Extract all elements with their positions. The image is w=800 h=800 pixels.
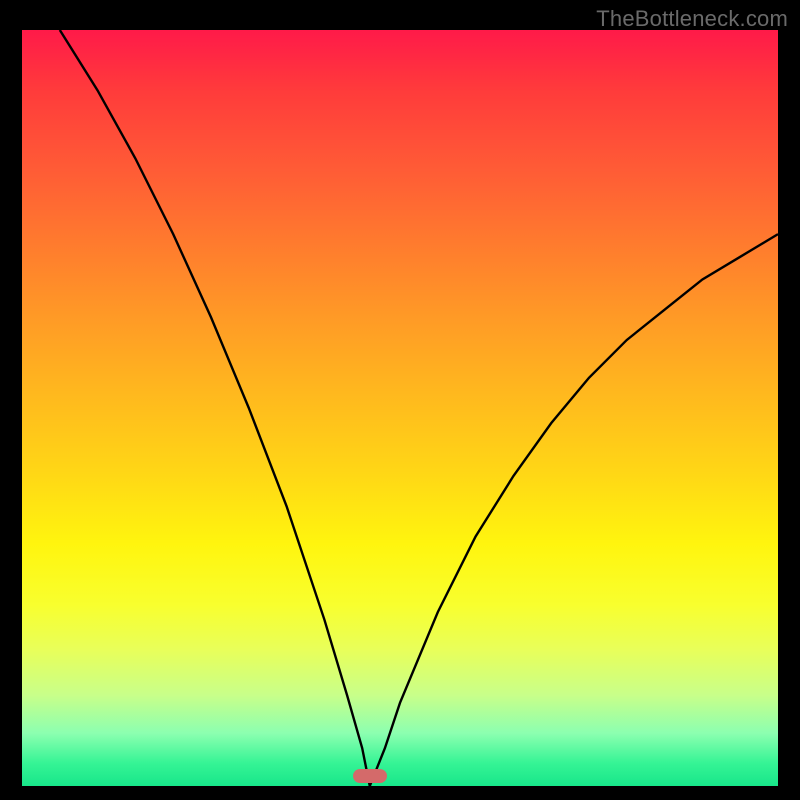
chart-frame: TheBottleneck.com	[0, 0, 800, 800]
bottleneck-curve-left	[60, 30, 370, 786]
watermark-text: TheBottleneck.com	[596, 6, 788, 32]
plot-area	[22, 30, 778, 786]
notch-marker	[353, 769, 387, 783]
curve-svg	[22, 30, 778, 786]
bottleneck-curve-right	[370, 234, 778, 786]
